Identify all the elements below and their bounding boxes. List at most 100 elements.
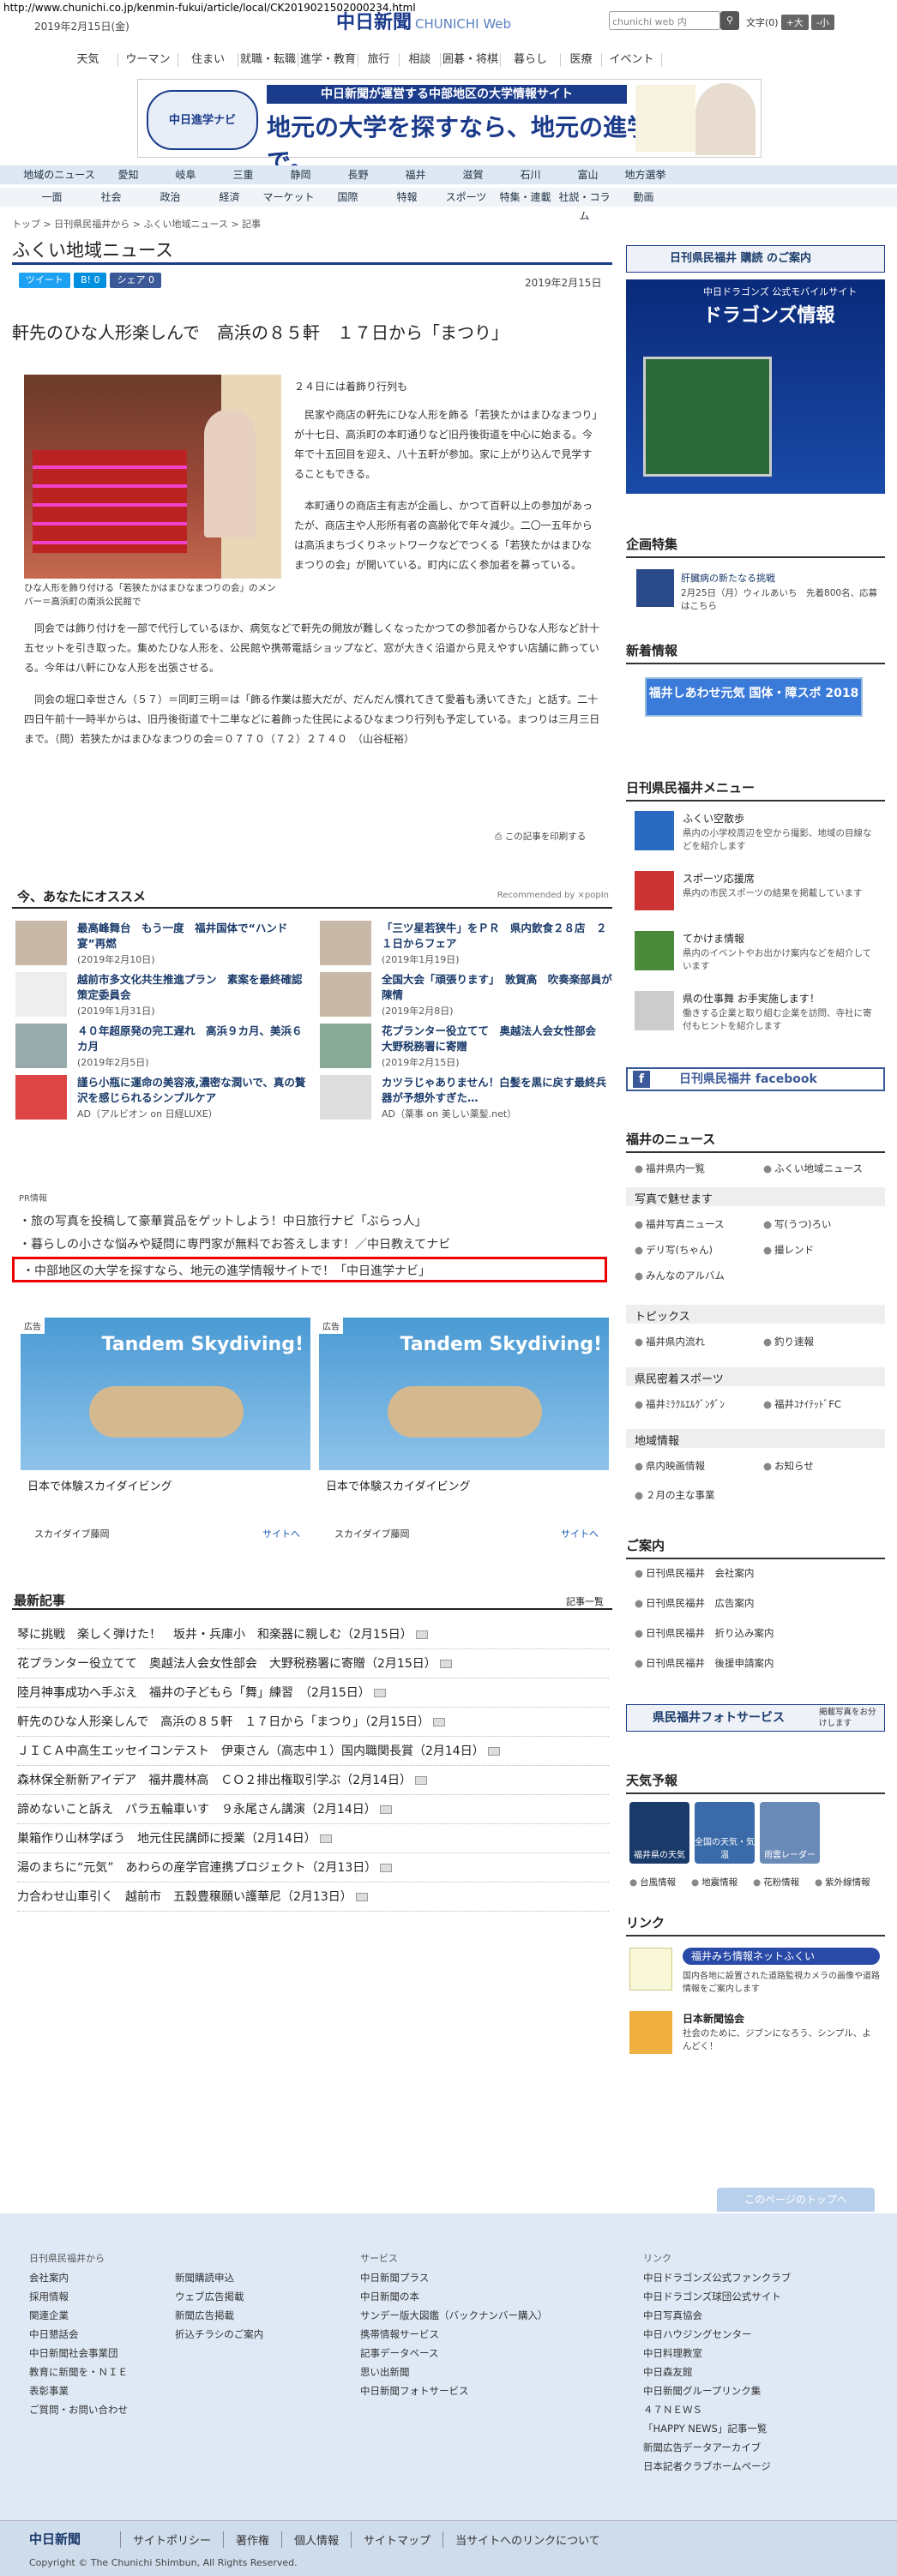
region-item[interactable]: 愛知	[99, 165, 157, 184]
topics-link[interactable]: ● 福井県内流れ	[635, 1335, 705, 1348]
footer-logo[interactable]: 中日新聞	[29, 2530, 81, 2548]
rain-radar[interactable]: 雨雲レーダー	[760, 1802, 820, 1864]
footer-link[interactable]: 新聞購読申込	[175, 2268, 263, 2287]
footer-bottom-link[interactable]: 当サイトへのリンクについて	[442, 2531, 612, 2548]
chiiki-link[interactable]: ● お知らせ	[763, 1459, 814, 1473]
hatena-button[interactable]: B! 0	[74, 273, 107, 288]
region-item[interactable]: 富山	[559, 165, 617, 184]
menu-item[interactable]: ふくい空散歩 県内の小学校周辺を空から撮影、地域の目線などを紹介します	[626, 811, 885, 854]
footer-link[interactable]: 関連企業	[29, 2306, 128, 2325]
weather-japan[interactable]: 全国の天気・気温	[695, 1802, 755, 1864]
news-link[interactable]: ● ふくい地域ニュース	[763, 1162, 863, 1175]
sports-link[interactable]: ● 福井ﾐﾗｸﾙｴﾙｸﾞﾝﾀﾞﾝ	[635, 1397, 725, 1411]
footer-bottom-link[interactable]: 個人情報	[281, 2531, 351, 2548]
pr-link[interactable]: ・旅の写真を投稿して豪華賞品をゲットしよう！中日旅行ナビ「ぶらっ人」	[19, 1212, 619, 1229]
category-item[interactable]: スポーツ	[436, 188, 496, 207]
shingaku-navi-banner[interactable]: 中日進学ナビ 中日新聞が運営する中部地区の大学情報サイト 地元の大学を探すなら、…	[137, 79, 762, 176]
footer-link[interactable]: 会社案内	[29, 2268, 128, 2287]
tweet-button[interactable]: ツイート	[19, 273, 70, 288]
photo-link[interactable]: ● みんなのアルバム	[635, 1269, 725, 1282]
menu-item[interactable]: 県の仕事舞 お手実施します！ 働きする企業と取り組む企業を訪問、寺社に寄付もヒント…	[626, 991, 885, 1034]
recommend-item[interactable]: ４０年超原発の完工遅れ 高浜９カ月、美浜６カ月 (2019年2月5日)	[15, 1022, 311, 1070]
region-item[interactable]: 岐阜	[157, 165, 214, 184]
page-top-button[interactable]: このページのトップへ	[717, 2188, 875, 2212]
pressnet-link[interactable]: 日本新聞協会 社会のために、ジブンになろう、シンプル、よんどく！	[626, 2011, 885, 2059]
latest-item[interactable]: 陸月神事成功へ手ぶえ 福井の子どもら「舞」練習 （2月15日）	[17, 1678, 609, 1708]
ad-image[interactable]: 広告 Tandem Skydiving!	[319, 1318, 609, 1470]
footer-link[interactable]: 中日新聞の本	[360, 2287, 548, 2306]
gnav-item[interactable]: 医療	[561, 53, 602, 67]
recommend-item[interactable]: 「三ツ星若狭牛」をＰＲ 県内飲食２８店 ２１日からフェア (2019年1月19日)	[320, 919, 616, 967]
annai-link[interactable]: ● 日刊県民福井 広告案内	[635, 1596, 755, 1610]
gnav-item[interactable]: 暮らし	[501, 53, 561, 67]
menu-item[interactable]: てかけま情報 県内のイベントやお出かけ案内などを紹介しています	[626, 931, 885, 974]
latest-item[interactable]: 森林保全新新アイデア 福井農林高 ＣＯ２排出権取引学ぶ（2月14日）	[17, 1766, 609, 1795]
photo-link[interactable]: ● 写(うつ)ろい	[763, 1217, 832, 1231]
popin-credit[interactable]: Recommended by ⨯popIn	[497, 891, 609, 900]
region-item[interactable]: 地域のニュース	[19, 165, 99, 184]
latest-item[interactable]: 湯のまちに“元気” あわらの産学官連携プロジェクト（2月13日）	[17, 1853, 609, 1882]
gnav-item[interactable]: 囲碁・将棋	[441, 53, 501, 67]
footer-link[interactable]: 日本記者クラブホームページ	[643, 2457, 791, 2476]
category-item[interactable]: 特集・連載	[496, 188, 555, 207]
latest-item[interactable]: 力合わせ山車引く 越前市 五穀豊穣願い護華尼（2月13日）	[17, 1882, 609, 1912]
michi-net-link[interactable]: 福井みち情報ネットふくい 国内各地に設置された道路監視カメラの画像や道路情報をご…	[626, 1948, 885, 1999]
gnav-item[interactable]: 天気	[58, 53, 118, 67]
footer-link[interactable]: ４７ＮＥＷＳ	[643, 2400, 791, 2419]
sports-link[interactable]: ● 福井ﾕﾅｲﾃｯﾄﾞFC	[763, 1397, 841, 1411]
footer-link[interactable]: 中日新聞グループリンク集	[643, 2381, 791, 2400]
gnav-item[interactable]: 就職・転職	[238, 53, 298, 67]
search-icon[interactable]: ⚲	[720, 11, 739, 30]
recommend-item[interactable]: 最高峰舞台 もう一度 福井国体で“ハンド宴”再燃 (2019年2月10日)	[15, 919, 311, 967]
photo-service-banner[interactable]: 県民福井フォトサービス 掲載写真をお分けします	[626, 1704, 885, 1732]
ad-go-link[interactable]: サイトへ	[262, 1527, 300, 1540]
gnav-item[interactable]: 相談	[400, 53, 441, 67]
pr-link[interactable]: ・暮らしの小さな悩みや疑問に専門家が無料でお答えします！／中日教えてナビ	[19, 1235, 619, 1252]
ad-source[interactable]: スカイダイブ藤岡	[34, 1527, 110, 1540]
latest-item[interactable]: 諦めないこと訴え パラ五輪車いす ９永尾さん講演（2月14日）	[17, 1795, 609, 1824]
search-input[interactable]: chunichi web 内	[609, 11, 720, 30]
weather-link[interactable]: ● 台風情報	[629, 1876, 676, 1888]
weather-fukui[interactable]: 福井県の天気	[629, 1802, 689, 1864]
chiiki-link[interactable]: ● 県内映画情報	[635, 1459, 705, 1473]
annai-link[interactable]: ● 日刊県民福井 後援申請案内	[635, 1656, 774, 1670]
latest-item[interactable]: 巣箱作り山林学ぼう 地元住民講師に授業（2月14日）	[17, 1824, 609, 1853]
category-item[interactable]: マーケット	[259, 188, 318, 207]
news-link[interactable]: ● 福井県内一覧	[635, 1162, 705, 1175]
category-item[interactable]: 社会	[81, 188, 141, 207]
latest-item[interactable]: 花プランター役立てて 奥越法人会女性部会 大野税務署に寄贈（2月15日）	[17, 1649, 609, 1678]
footer-link[interactable]: 中日写真協会	[643, 2306, 791, 2325]
weather-link[interactable]: ● 紫外線情報	[815, 1876, 870, 1888]
recommend-item[interactable]: 花プランター役立てて 奥越法人会女性部会 大野税務署に寄贈 (2019年2月15日…	[320, 1022, 616, 1070]
region-item[interactable]: 滋賀	[444, 165, 502, 184]
dragons-banner[interactable]: 中日ドラゴンズ 公式モバイルサイト ドラゴンズ情報	[626, 279, 885, 494]
latest-item[interactable]: 軒先のひな人形楽しんで 高浜の８５軒 １７日から「まつり」（2月15日）	[17, 1708, 609, 1737]
footer-bottom-link[interactable]: サイトポリシー	[120, 2531, 223, 2548]
font-smaller-button[interactable]: -小	[810, 15, 834, 30]
font-larger-button[interactable]: +大	[780, 15, 809, 30]
chiiki-link[interactable]: ● ２月の主な事業	[635, 1488, 715, 1502]
region-item[interactable]: 三重	[214, 165, 272, 184]
ad-source[interactable]: スカイダイブ藤岡	[334, 1527, 410, 1540]
footer-link[interactable]: ウェブ広告掲載	[175, 2287, 263, 2306]
footer-link[interactable]: 表彰事業	[29, 2381, 128, 2400]
ad-image[interactable]: 広告 Tandem Skydiving!	[21, 1318, 310, 1470]
category-item[interactable]: 一面	[22, 188, 81, 207]
gnav-item[interactable]: 旅行	[358, 53, 400, 67]
recommend-item[interactable]: 全国大会「頑張ります」 敦賀高 吹奏楽部員が陳情 (2019年2月8日)	[320, 970, 616, 1018]
weather-link[interactable]: ● 地震情報	[691, 1876, 737, 1888]
footer-link[interactable]: 「HAPPY NEWS」記事一覧	[643, 2419, 791, 2438]
ad-title[interactable]: 日本で体験スカイダイビング	[326, 1477, 470, 1493]
footer-link[interactable]: 中日森友館	[643, 2363, 791, 2381]
footer-link[interactable]: 思い出新聞	[360, 2363, 548, 2381]
footer-link[interactable]: 中日新聞プラス	[360, 2268, 548, 2287]
footer-link[interactable]: サンデー版大図鑑（バックナンバー購入）	[360, 2306, 548, 2325]
footer-link[interactable]: 採用情報	[29, 2287, 128, 2306]
facebook-link[interactable]: f 日刊県民福井 facebook	[626, 1067, 885, 1091]
photo-link[interactable]: ● 撮レンド	[763, 1243, 814, 1257]
footer-link[interactable]: 中日ドラゴンズ球団公式サイト	[643, 2287, 791, 2306]
category-item[interactable]: 経済	[200, 188, 259, 207]
ad-title[interactable]: 日本で体験スカイダイビング	[27, 1477, 172, 1493]
menu-item[interactable]: スポーツ応援席 県内の市民スポーツの結果を掲載しています	[626, 871, 885, 914]
footer-link[interactable]: 新聞広告データアーカイブ	[643, 2438, 791, 2457]
